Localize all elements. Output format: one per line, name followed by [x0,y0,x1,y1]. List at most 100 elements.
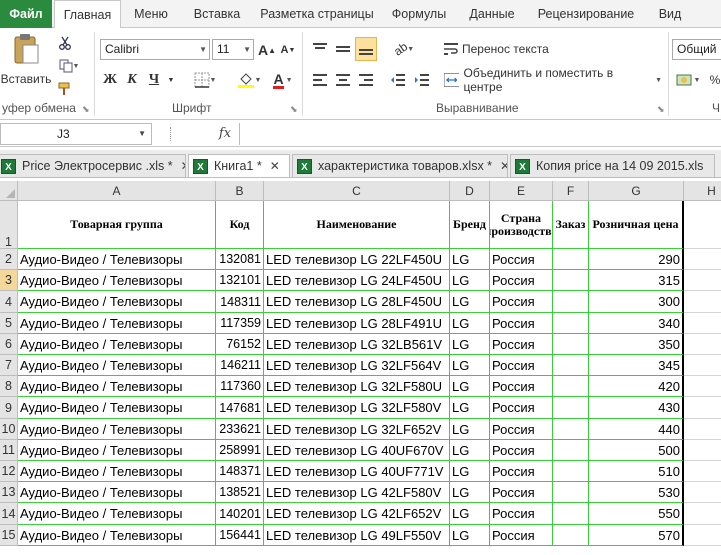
table-cell[interactable]: Россия [490,376,553,397]
table-cell[interactable]: LG [450,249,490,270]
table-cell[interactable]: Россия [490,334,553,355]
table-cell[interactable]: 500 [589,440,684,461]
table-cell[interactable] [684,313,721,334]
underline-button[interactable]: Ч [144,69,164,91]
table-cell[interactable]: Аудио-Видео / Телевизоры [18,313,216,334]
grow-font-icon[interactable]: A ▲ [257,39,277,61]
table-cell[interactable] [553,376,589,397]
align-middle-icon[interactable] [333,38,353,60]
table-cell[interactable]: LG [450,461,490,482]
tab-review[interactable]: Рецензирование [532,0,640,28]
table-cell[interactable]: LG [450,397,490,419]
table-cell[interactable] [684,270,721,291]
table-cell[interactable]: 148311 [216,291,264,313]
borders-icon[interactable]: ▼ [190,69,220,91]
table-cell[interactable]: Россия [490,419,553,440]
table-cell[interactable]: Россия [490,503,553,525]
table-cell[interactable]: Аудио-Видео / Телевизоры [18,503,216,525]
bold-button[interactable]: Ж [100,69,120,91]
table-cell[interactable]: LED телевизор LG 40UF771V [264,461,450,482]
workbook-tab[interactable]: X Копия price на 14 09 2015.xls [510,154,715,177]
table-cell[interactable]: Россия [490,397,553,419]
table-cell[interactable]: 233621 [216,419,264,440]
orientation-icon[interactable]: ab ▼ [390,38,418,60]
wrap-text-button[interactable]: Перенос текста [444,38,574,60]
number-format-box[interactable]: Общий [672,39,721,60]
table-cell[interactable]: Россия [490,482,553,503]
table-cell[interactable]: LG [450,355,490,376]
row-header[interactable]: 6 [0,334,18,355]
table-cell[interactable]: LG [450,440,490,461]
table-cell[interactable]: Аудио-Видео / Телевизоры [18,461,216,482]
table-cell[interactable]: Россия [490,525,553,546]
align-bottom-icon[interactable] [355,37,377,61]
table-cell[interactable]: LG [450,291,490,313]
table-cell[interactable] [684,376,721,397]
table-cell[interactable]: Россия [490,249,553,270]
table-cell[interactable]: 140201 [216,503,264,525]
font-size-box[interactable]: 11 ▼ [212,39,254,60]
table-cell[interactable]: Аудио-Видео / Телевизоры [18,355,216,376]
increase-indent-icon[interactable] [412,69,432,91]
table-cell[interactable]: 146211 [216,355,264,376]
paste-icon[interactable] [6,32,46,66]
table-cell[interactable]: 550 [589,503,684,525]
align-top-icon[interactable] [310,38,330,60]
table-cell[interactable] [553,397,589,419]
table-cell[interactable] [684,503,721,525]
table-cell[interactable]: 290 [589,249,684,270]
row-header[interactable]: 4 [0,291,18,313]
table-cell[interactable]: Россия [490,461,553,482]
header-cell[interactable]: Бренд [450,201,490,249]
table-cell[interactable]: Аудио-Видео / Телевизоры [18,376,216,397]
table-cell[interactable]: Аудио-Видео / Телевизоры [18,397,216,419]
italic-button[interactable]: К [122,69,142,91]
header-cell[interactable] [684,201,721,249]
column-header-c[interactable]: C [264,181,450,201]
header-cell[interactable]: Заказ [553,201,589,249]
table-cell[interactable] [553,525,589,546]
table-cell[interactable]: 76152 [216,334,264,355]
align-right-icon[interactable] [356,69,376,91]
row-header[interactable]: 1 [0,201,18,249]
table-cell[interactable]: LG [450,334,490,355]
alignment-launcher-icon[interactable]: ⬊ [657,104,665,115]
tab-insert[interactable]: Вставка [186,0,248,28]
row-header[interactable]: 10 [0,419,18,440]
row-header[interactable]: 15 [0,525,18,546]
header-cell[interactable]: Товарная группа [18,201,216,249]
table-cell[interactable]: LED телевизор LG 40UF670V [264,440,450,461]
column-header-b[interactable]: B [216,181,264,201]
table-cell[interactable]: 138521 [216,482,264,503]
table-cell[interactable]: LG [450,419,490,440]
table-cell[interactable] [553,355,589,376]
formula-input[interactable] [239,123,721,145]
row-header[interactable]: 13 [0,482,18,503]
table-cell[interactable]: 570 [589,525,684,546]
workbook-tab[interactable]: X Книга1 * ✕ [188,154,290,177]
table-cell[interactable]: LG [450,313,490,334]
fill-color-icon[interactable]: ▼ [234,69,264,91]
table-cell[interactable]: LED телевизор LG 42LF652V [264,503,450,525]
table-cell[interactable]: LED телевизор LG 42LF580V [264,482,450,503]
font-launcher-icon[interactable]: ⬊ [290,104,298,115]
tab-data[interactable]: Данные [462,0,522,28]
row-header[interactable]: 11 [0,440,18,461]
decrease-indent-icon[interactable] [388,69,408,91]
percent-format-icon[interactable]: % [706,69,721,91]
tab-page-layout[interactable]: Разметка страницы [258,0,376,28]
format-painter-icon[interactable] [56,78,74,100]
column-header-f[interactable]: F [553,181,589,201]
table-cell[interactable]: LED телевизор LG 24LF450U [264,270,450,291]
column-header-e[interactable]: E [490,181,553,201]
select-all-button[interactable] [0,181,18,201]
font-color-icon[interactable]: A ▼ [268,69,298,91]
worksheet-grid[interactable]: A B C D E F G H 1 Товарная группа Код Наименование Б… [0,181,721,555]
workbook-tab[interactable]: X характеристика товаров.xlsx * ✕ [292,154,508,177]
table-cell[interactable]: 132101 [216,270,264,291]
table-cell[interactable] [684,334,721,355]
table-cell[interactable]: 345 [589,355,684,376]
table-cell[interactable]: 350 [589,334,684,355]
tab-home[interactable]: Главная [54,0,121,29]
merge-center-button[interactable]: Объединить и поместить в центре ▼ [444,66,662,94]
